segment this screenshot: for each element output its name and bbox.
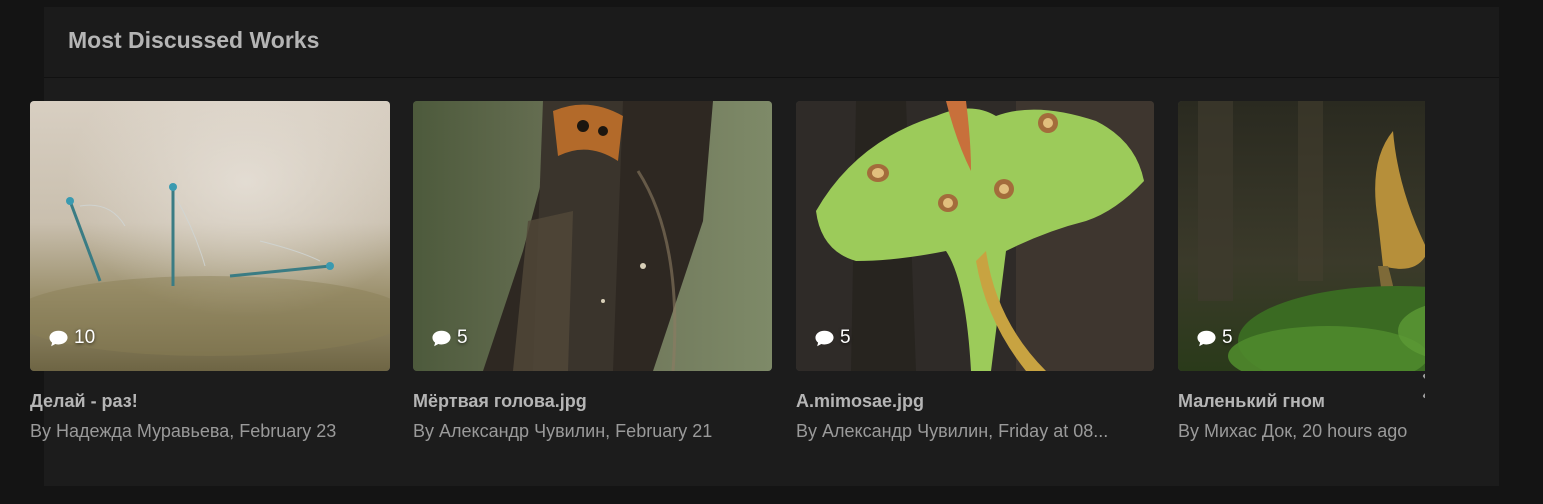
comment-count: 10 xyxy=(48,327,95,349)
work-thumbnail[interactable]: 10 xyxy=(30,101,390,371)
carousel-edge xyxy=(1425,101,1455,451)
comment-count-value: 5 xyxy=(457,327,468,348)
work-card[interactable]: 5 Маленький гном By Михас Док, 20 hours … xyxy=(1178,101,1425,442)
work-thumbnail[interactable]: 5 xyxy=(413,101,772,371)
work-title[interactable]: Делай - раз! xyxy=(30,391,390,412)
comment-count: 5 xyxy=(814,327,851,349)
comment-count-value: 5 xyxy=(1222,327,1233,348)
comment-bubble-icon xyxy=(815,330,834,346)
work-thumbnail[interactable]: 5 xyxy=(1178,101,1425,371)
carousel: 10 Делай - раз! By Надежда Муравьева, Fe… xyxy=(30,101,1425,461)
carousel-next-button[interactable] xyxy=(1410,366,1425,406)
work-title[interactable]: Маленький гном xyxy=(1178,391,1425,412)
comment-count: 5 xyxy=(1196,327,1233,349)
widget-title: Most Discussed Works xyxy=(68,27,320,53)
work-meta: By Александр Чувилин, Friday at 08... xyxy=(796,421,1109,441)
work-thumbnail[interactable]: 5 xyxy=(796,101,1154,371)
comment-count: 5 xyxy=(431,327,468,349)
work-meta: By Михас Док, 20 hours ago xyxy=(1178,421,1408,441)
work-title[interactable]: Мёртвая голова.jpg xyxy=(413,391,772,412)
comment-bubble-icon xyxy=(49,330,68,346)
work-title[interactable]: A.mimosae.jpg xyxy=(796,391,1154,412)
work-card[interactable]: 5 A.mimosae.jpg By Александр Чувилин, Fr… xyxy=(796,101,1154,442)
comment-bubble-icon xyxy=(432,330,451,346)
comment-bubble-icon xyxy=(1197,330,1216,346)
widget-header: Most Discussed Works xyxy=(44,7,1499,78)
work-card[interactable]: 10 Делай - раз! By Надежда Муравьева, Fe… xyxy=(30,101,390,442)
comment-count-value: 5 xyxy=(840,327,851,348)
work-card[interactable]: 5 Мёртвая голова.jpg By Александр Чувили… xyxy=(413,101,772,442)
work-meta: By Надежда Муравьева, February 23 xyxy=(30,421,337,441)
work-meta: By Александр Чувилин, February 21 xyxy=(413,421,713,441)
comment-count-value: 10 xyxy=(74,327,96,348)
